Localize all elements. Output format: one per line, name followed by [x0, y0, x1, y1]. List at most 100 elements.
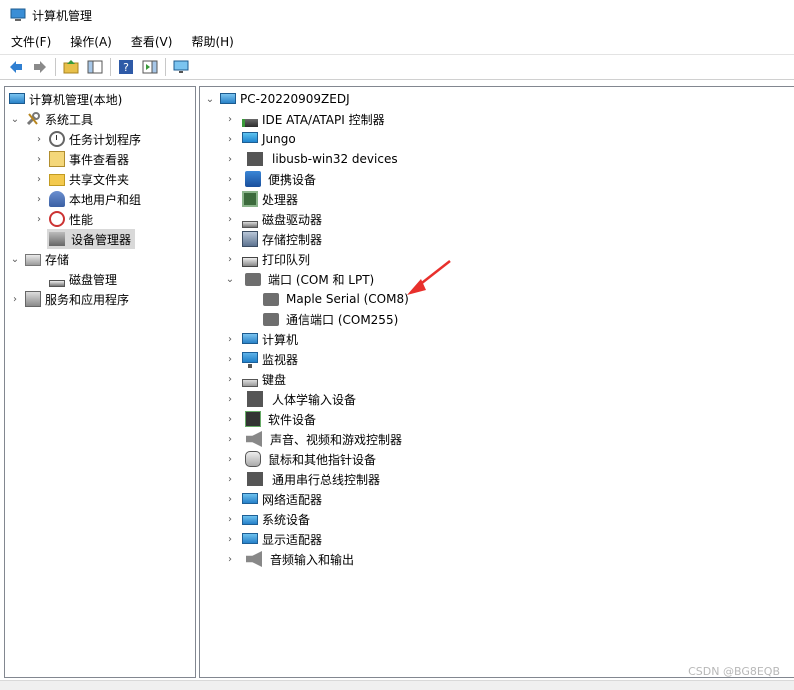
menu-file[interactable]: 文件(F): [0, 31, 59, 53]
device-category-computer[interactable]: › 计算机: [224, 329, 298, 349]
chevron-right-icon[interactable]: ›: [224, 553, 236, 565]
category-label: 便携设备: [268, 172, 317, 187]
chevron-right-icon[interactable]: ›: [33, 133, 45, 145]
tree-item-root[interactable]: 计算机管理(本地): [9, 89, 122, 109]
chevron-right-icon[interactable]: ›: [224, 233, 236, 245]
back-icon[interactable]: [6, 57, 26, 77]
chevron-right-icon[interactable]: ›: [224, 173, 236, 185]
computer-icon: [220, 92, 236, 104]
audio-io-icon: [246, 551, 262, 567]
keyboard-icon: [242, 379, 258, 387]
tree-item-event-viewer[interactable]: › 事件查看器: [33, 149, 129, 169]
device-category-jungo[interactable]: › Jungo: [224, 129, 296, 149]
device-category-disk-drives[interactable]: › 磁盘驱动器: [224, 209, 322, 229]
chevron-right-icon[interactable]: ›: [224, 113, 236, 125]
tree-item-disk-management[interactable]: 磁盘管理: [49, 269, 117, 289]
device-category-system-devices[interactable]: › 系统设备: [224, 509, 310, 529]
chevron-right-icon[interactable]: ›: [224, 213, 236, 225]
chevron-right-icon[interactable]: ›: [224, 413, 236, 425]
shared-folder-icon: [49, 174, 65, 186]
computer-icon: [242, 332, 258, 344]
console-tree-pane[interactable]: 计算机管理(本地) ⌄ 系统工具 › 任务计划程序 › 事件查看器 › 共享文件…: [4, 86, 196, 678]
chevron-right-icon[interactable]: ›: [224, 133, 236, 145]
forward-icon[interactable]: [30, 57, 50, 77]
tree-item-local-users[interactable]: › 本地用户和组: [33, 189, 141, 209]
menu-action[interactable]: 操作(A): [59, 31, 120, 53]
chevron-down-icon[interactable]: ⌄: [9, 253, 21, 265]
show-hide-tree-icon[interactable]: [85, 57, 105, 77]
chevron-right-icon[interactable]: ›: [224, 493, 236, 505]
tree-item-shared-folders[interactable]: › 共享文件夹: [33, 169, 129, 189]
storage-controller-icon: [242, 231, 258, 247]
category-label: 处理器: [262, 192, 299, 207]
tree-item-label: 性能: [69, 212, 94, 227]
device-category-ports[interactable]: ⌄ 端口 (COM 和 LPT): [224, 269, 374, 289]
menu-help[interactable]: 帮助(H): [180, 31, 241, 53]
chevron-right-icon[interactable]: ›: [224, 253, 236, 265]
chevron-right-icon[interactable]: ›: [224, 373, 236, 385]
device-tree-pane[interactable]: ⌄ PC-20220909ZEDJ › IDE ATA/ATAPI 控制器 › …: [199, 86, 794, 678]
tree-item-device-manager[interactable]: 设备管理器: [47, 229, 136, 249]
software-device-icon: [245, 411, 261, 427]
chevron-right-icon[interactable]: ›: [224, 433, 236, 445]
tree-item-system-tools[interactable]: ⌄ 系统工具: [9, 109, 93, 129]
chevron-right-icon[interactable]: ›: [224, 153, 236, 165]
device-category-hid[interactable]: › 人体学输入设备: [224, 389, 356, 409]
chevron-right-icon[interactable]: ›: [33, 153, 45, 165]
chevron-right-icon[interactable]: ›: [224, 193, 236, 205]
menu-view[interactable]: 查看(V): [120, 31, 181, 53]
device-category-monitors[interactable]: › 监视器: [224, 349, 298, 369]
device-category-display-adapters[interactable]: › 显示适配器: [224, 529, 322, 549]
device-category-software-devices[interactable]: › 软件设备: [224, 409, 316, 429]
chevron-down-icon[interactable]: ⌄: [204, 93, 216, 105]
device-category-ide[interactable]: › IDE ATA/ATAPI 控制器: [224, 109, 385, 129]
device-category-mice[interactable]: › 鼠标和其他指针设备: [224, 449, 376, 469]
chevron-down-icon[interactable]: ⌄: [9, 113, 21, 125]
device-category-sound-video[interactable]: › 声音、视频和游戏控制器: [224, 429, 402, 449]
serial-port-icon: [263, 292, 279, 306]
action-pane-icon[interactable]: [140, 57, 160, 77]
chevron-right-icon[interactable]: ›: [224, 513, 236, 525]
device-category-usb-controllers[interactable]: › 通用串行总线控制器: [224, 469, 380, 489]
chevron-right-icon[interactable]: ›: [224, 473, 236, 485]
chevron-right-icon[interactable]: ›: [33, 213, 45, 225]
device-category-storage-controllers[interactable]: › 存储控制器: [224, 229, 322, 249]
tree-item-storage[interactable]: ⌄ 存储: [9, 249, 69, 269]
device-category-network-adapters[interactable]: › 网络适配器: [224, 489, 322, 509]
tree-item-label: 设备管理器: [71, 232, 132, 247]
chevron-right-icon[interactable]: ›: [9, 293, 21, 305]
menu-bar: 文件(F) 操作(A) 查看(V) 帮助(H): [0, 31, 794, 53]
device-maple-serial-com8[interactable]: Maple Serial (COM8): [260, 289, 409, 309]
tree-item-performance[interactable]: › 性能: [33, 209, 93, 229]
disk-icon: [49, 279, 65, 287]
chevron-right-icon[interactable]: ›: [33, 193, 45, 205]
up-folder-icon[interactable]: [61, 57, 81, 77]
monitor-icon[interactable]: [171, 57, 191, 77]
chevron-right-icon[interactable]: ›: [224, 393, 236, 405]
help-icon[interactable]: ?: [116, 57, 136, 77]
chevron-right-icon[interactable]: ›: [224, 453, 236, 465]
device-label: 通信端口 (COM255): [286, 312, 399, 327]
computer-icon: [9, 92, 25, 104]
device-category-portable[interactable]: › 便携设备: [224, 169, 316, 189]
chevron-right-icon[interactable]: ›: [33, 173, 45, 185]
window-title: 计算机管理: [32, 8, 93, 23]
device-category-processor[interactable]: › 处理器: [224, 189, 298, 209]
chevron-down-icon[interactable]: ⌄: [224, 273, 236, 285]
category-label: 人体学输入设备: [272, 392, 357, 407]
chevron-right-icon[interactable]: ›: [224, 533, 236, 545]
tree-item-label: 计算机管理(本地): [29, 92, 123, 107]
chevron-right-icon[interactable]: ›: [224, 333, 236, 345]
device-category-audio-io[interactable]: › 音频输入和输出: [224, 549, 354, 569]
tree-item-label: 事件查看器: [69, 152, 130, 167]
device-category-keyboards[interactable]: › 键盘: [224, 369, 286, 389]
tree-item-services-apps[interactable]: › 服务和应用程序: [9, 289, 129, 309]
chevron-right-icon[interactable]: ›: [224, 353, 236, 365]
tree-item-task-scheduler[interactable]: › 任务计划程序: [33, 129, 141, 149]
portable-device-icon: [245, 171, 261, 187]
device-category-print-queues[interactable]: › 打印队列: [224, 249, 310, 269]
device-comm-port-com255[interactable]: 通信端口 (COM255): [260, 309, 398, 329]
display-adapter-icon: [242, 532, 258, 544]
device-tree-root[interactable]: ⌄ PC-20220909ZEDJ: [204, 89, 350, 109]
device-category-libusb[interactable]: › libusb-win32 devices: [224, 149, 398, 169]
